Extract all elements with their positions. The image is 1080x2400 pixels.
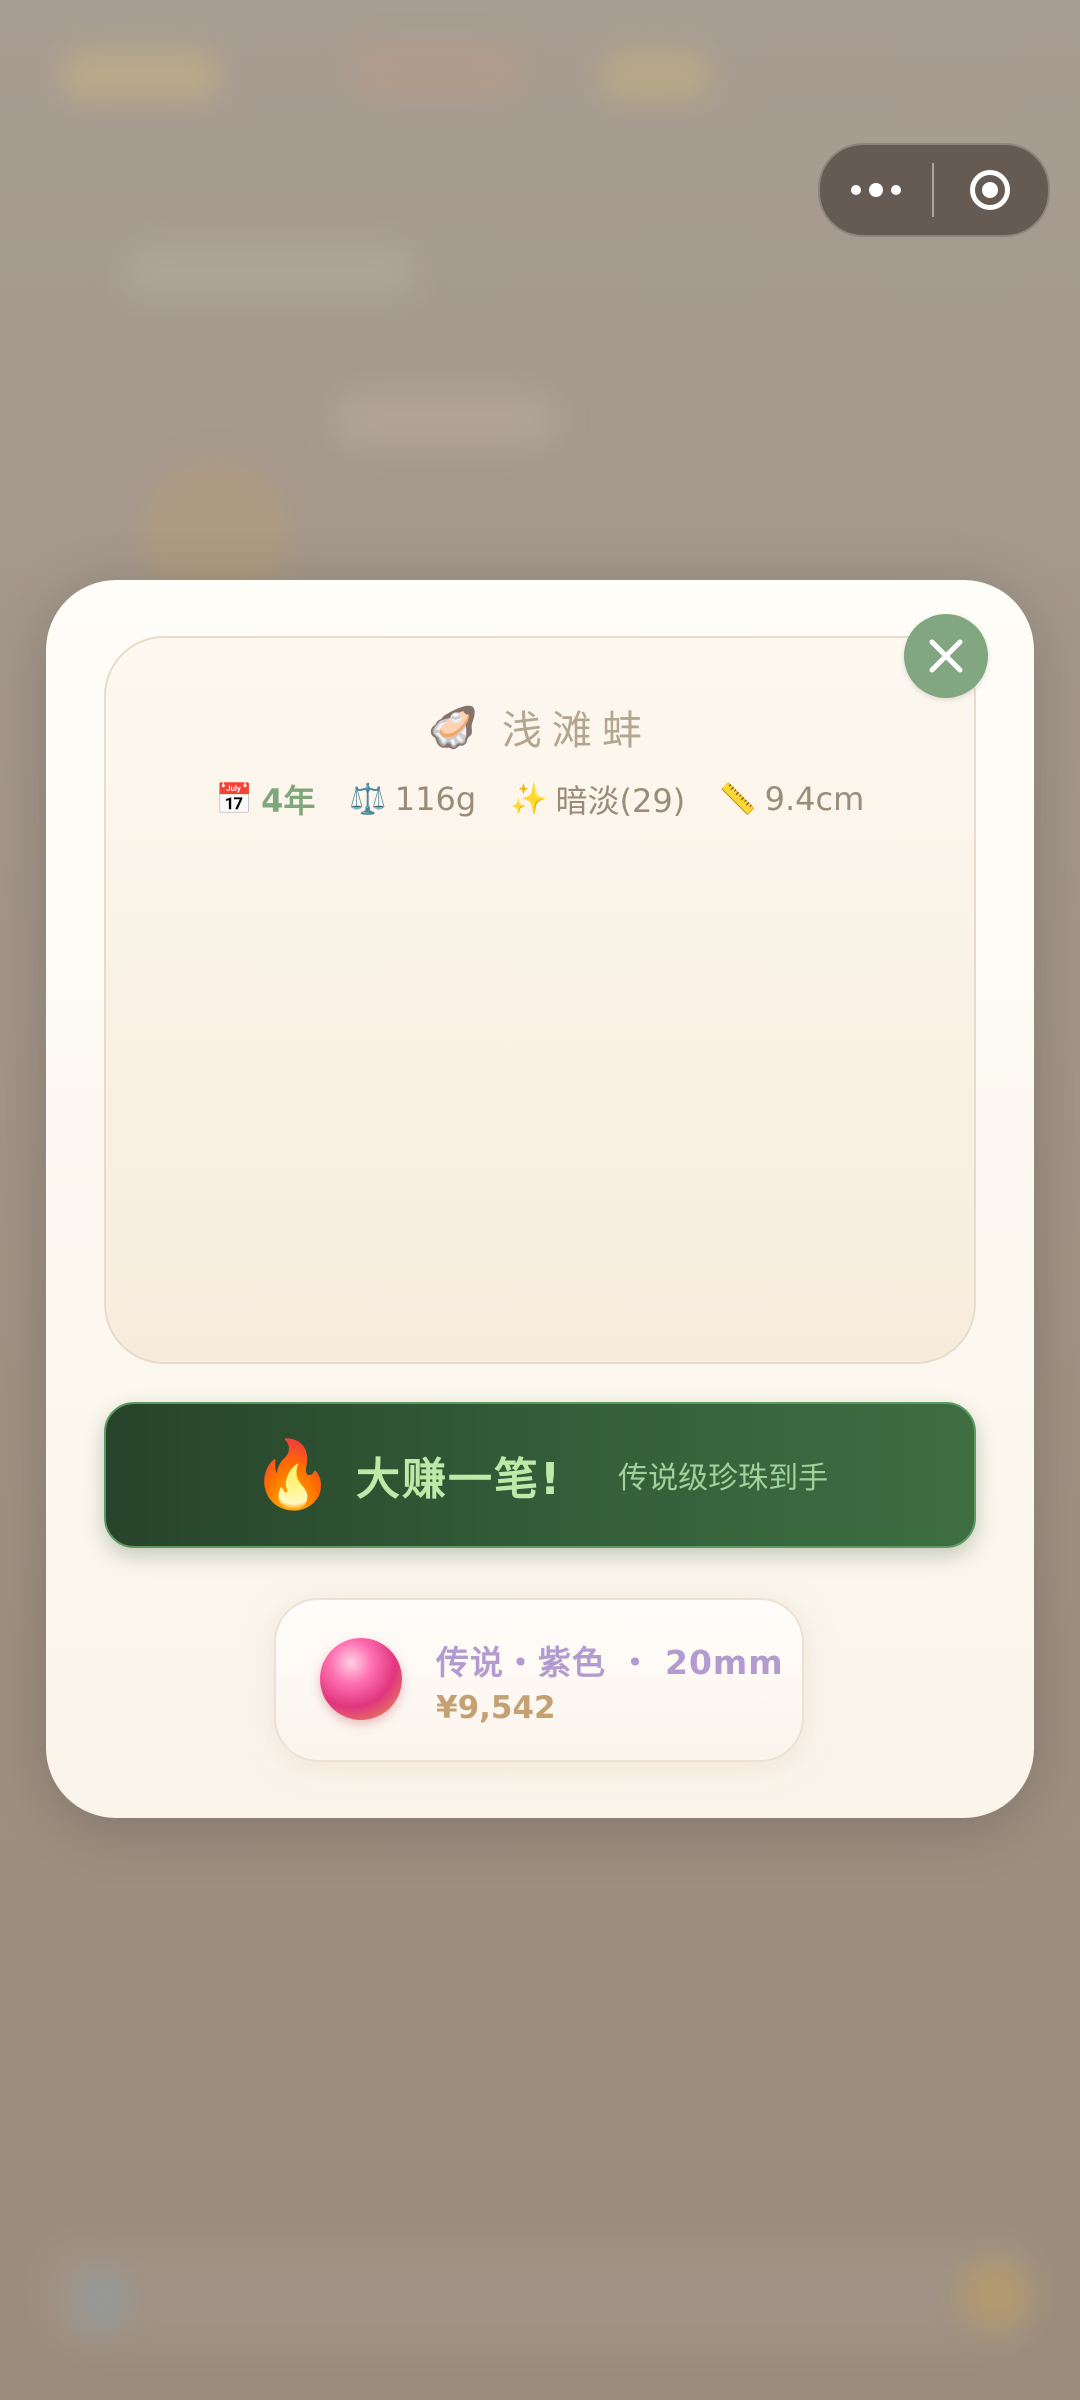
miniprogram-capsule: [818, 143, 1050, 237]
fire-icon: 🔥: [251, 1436, 335, 1513]
background-blur: [60, 50, 220, 100]
pearl-icon: [320, 1638, 402, 1720]
stat-weight: ⚖️ 116g: [349, 780, 476, 818]
background-blur: [120, 240, 420, 300]
ruler-icon: 📏: [719, 781, 757, 817]
pearl-description: 传说・紫色 ・ 20mm: [436, 1643, 784, 1682]
shell-title: 🦪 浅滩蚌: [106, 698, 974, 756]
result-banner: 🔥 大赚一笔! 传说级珍珠到手: [104, 1402, 976, 1548]
stat-size: 📏 9.4cm: [719, 780, 864, 818]
scale-icon: ⚖️: [349, 781, 387, 817]
shell-stats: 📅 4年 ⚖️ 116g ✨ 暗淡(29) 📏 9.4cm: [106, 776, 974, 822]
stat-luster: ✨ 暗淡(29): [510, 776, 685, 822]
target-circle-icon[interactable]: [934, 145, 1046, 235]
result-modal: 🦪 浅滩蚌 📅 4年 ⚖️ 116g ✨ 暗淡(29) 📏 9.4cm 🔥 大赚…: [46, 580, 1034, 1818]
calendar-icon: 📅: [215, 781, 254, 817]
oyster-icon: 🦪: [428, 704, 478, 751]
pearl-card[interactable]: 传说・紫色 ・ 20mm ¥9,542: [274, 1598, 804, 1762]
ring: [970, 170, 1010, 210]
sparkles-icon: ✨: [510, 781, 548, 817]
stat-luster-value: 暗淡(29): [555, 782, 686, 820]
pearl-price: ¥9,542: [436, 1690, 556, 1726]
background-blur: [40, 2240, 1040, 2350]
app-screen: 🦪 浅滩蚌 📅 4年 ⚖️ 116g ✨ 暗淡(29) 📏 9.4cm 🔥 大赚…: [0, 0, 1080, 2400]
stat-size-value: 9.4cm: [764, 780, 865, 818]
result-title: 大赚一笔!: [356, 1454, 563, 1505]
close-button[interactable]: [904, 614, 988, 698]
shell-name: 浅滩蚌: [501, 708, 652, 754]
more-dots-icon-glyph: [851, 183, 901, 197]
background-blur: [960, 2260, 1030, 2330]
stat-age: 📅 4年: [216, 776, 316, 822]
background-blur: [70, 2270, 130, 2330]
background-blur: [350, 45, 520, 95]
shell-panel: 🦪 浅滩蚌 📅 4年 ⚖️ 116g ✨ 暗淡(29) 📏 9.4cm: [104, 636, 976, 1364]
result-subtitle: 传说级珍珠到手: [618, 1461, 829, 1496]
more-dots-icon[interactable]: [820, 145, 932, 235]
stat-weight-value: 116g: [394, 780, 477, 818]
close-icon: [929, 639, 963, 673]
background-blur: [600, 50, 710, 100]
background-blur: [330, 390, 560, 450]
stat-age-value: 4年: [261, 782, 316, 820]
ring-dot: [982, 182, 998, 198]
